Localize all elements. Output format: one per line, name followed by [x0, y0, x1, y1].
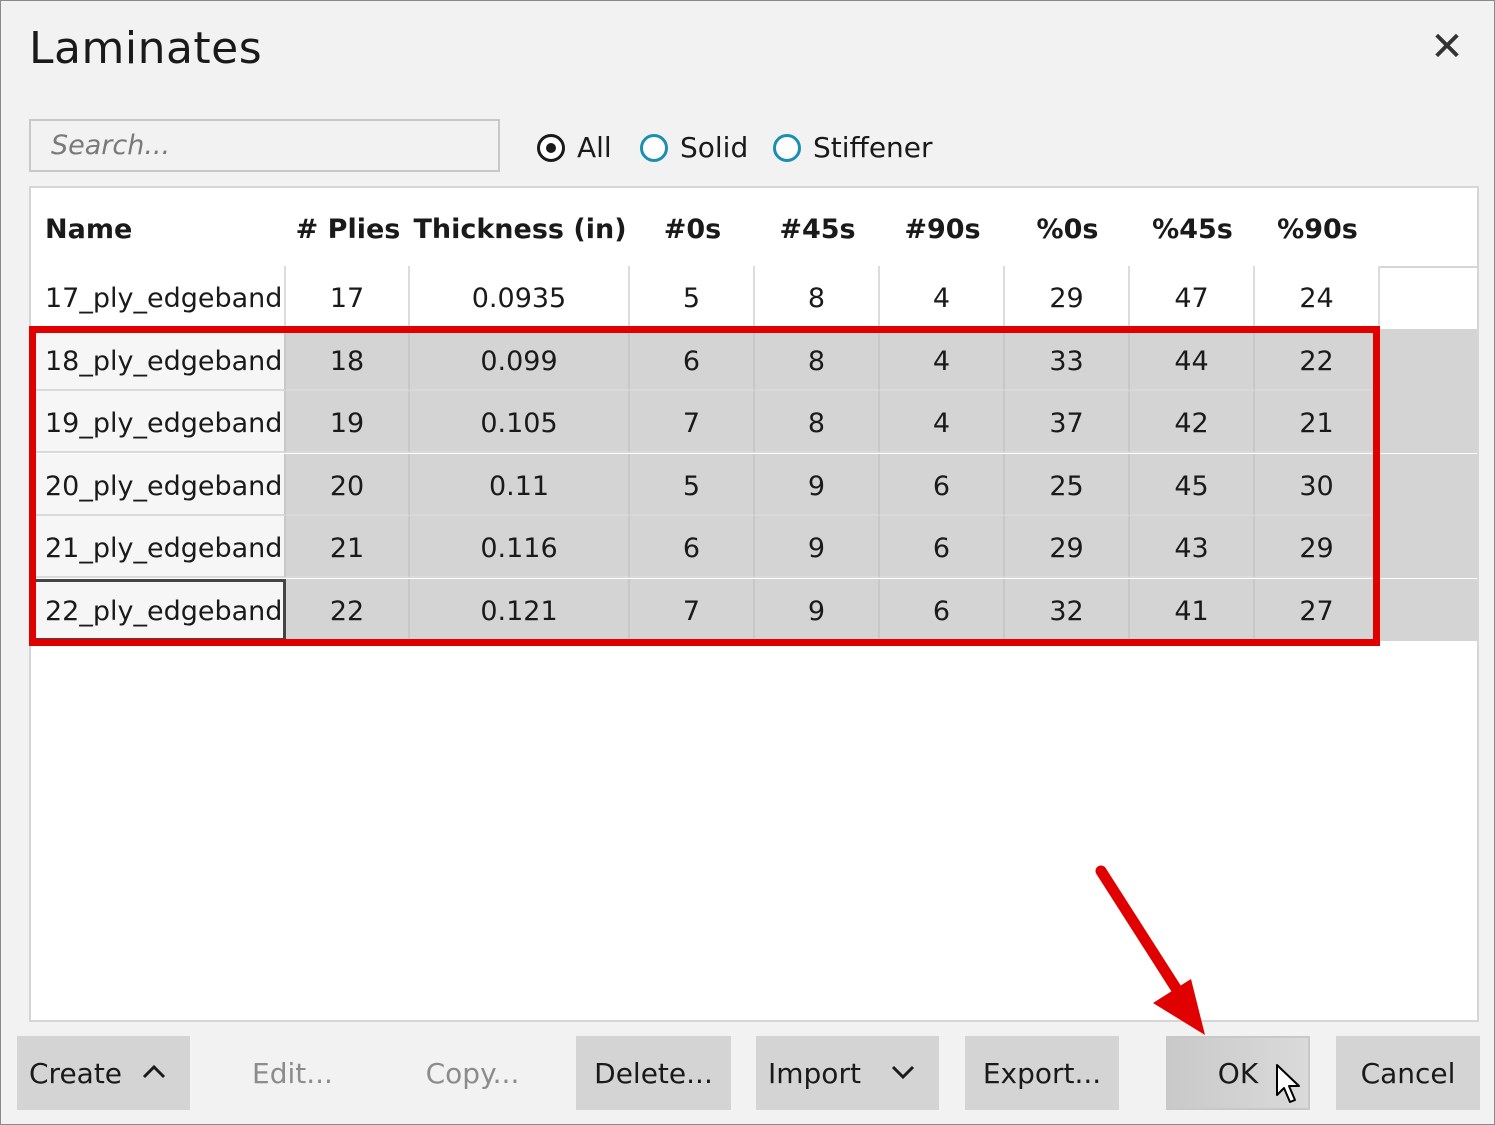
- column-header-thickness[interactable]: Thickness (in): [410, 188, 630, 266]
- export-button[interactable]: Export...: [965, 1036, 1119, 1110]
- cell-pct-90s[interactable]: 21: [1255, 391, 1380, 453]
- cell-pct-0s[interactable]: 25: [1005, 453, 1130, 516]
- cell-90s[interactable]: 4: [880, 328, 1005, 391]
- table-row[interactable]: 19_ply_edgeband 19 0.105 7 8 4 37 42 21: [31, 391, 1477, 453]
- radio-checked-icon: [537, 133, 565, 162]
- table-row[interactable]: 18_ply_edgeband 18 0.099 6 8 4 33 44 22: [31, 328, 1477, 391]
- cell-0s[interactable]: 5: [630, 266, 755, 328]
- filter-solid-label: Solid: [680, 131, 749, 164]
- cell-plies[interactable]: 20: [286, 453, 410, 516]
- cell-0s[interactable]: 7: [630, 391, 755, 453]
- filter-stiffener-label: Stiffener: [813, 131, 933, 164]
- filter-stiffener-radio[interactable]: Stiffener: [773, 131, 933, 164]
- column-header-name[interactable]: Name: [45, 188, 132, 266]
- cell-plies[interactable]: 18: [286, 328, 410, 391]
- cell-thickness[interactable]: 0.099: [410, 328, 630, 391]
- search-box[interactable]: [29, 119, 500, 172]
- laminates-dialog: Laminates ✕ All Solid Stiffener Name # P…: [0, 0, 1495, 1125]
- import-button-label: Import: [768, 1056, 861, 1090]
- cell-90s[interactable]: 6: [880, 578, 1005, 641]
- ok-button[interactable]: OK: [1166, 1036, 1310, 1110]
- cell-name[interactable]: 19_ply_edgeband: [31, 391, 286, 453]
- dialog-title: Laminates: [29, 23, 263, 74]
- laminates-table[interactable]: Name # Plies Thickness (in) #0s #45s #90…: [29, 186, 1479, 1022]
- cell-45s[interactable]: 8: [755, 266, 880, 328]
- cell-thickness[interactable]: 0.121: [410, 578, 630, 641]
- chevron-up-icon: [142, 1064, 166, 1079]
- cell-thickness[interactable]: 0.116: [410, 516, 630, 578]
- radio-unchecked-icon: [640, 133, 668, 162]
- import-button[interactable]: Import: [756, 1036, 939, 1110]
- cell-pct-45s[interactable]: 41: [1130, 578, 1255, 641]
- cell-name[interactable]: 17_ply_edgeband: [31, 266, 286, 328]
- cell-thickness[interactable]: 0.105: [410, 391, 630, 453]
- cell-0s[interactable]: 5: [630, 453, 755, 516]
- chevron-down-icon: [891, 1065, 915, 1080]
- cell-0s[interactable]: 7: [630, 578, 755, 641]
- filter-all-label: All: [577, 131, 612, 164]
- cell-pct-90s[interactable]: 22: [1255, 328, 1380, 391]
- cell-pct-45s[interactable]: 42: [1130, 391, 1255, 453]
- column-header-plies[interactable]: # Plies: [286, 188, 410, 266]
- cell-45s[interactable]: 9: [755, 578, 880, 641]
- copy-button[interactable]: Copy...: [395, 1036, 550, 1110]
- column-header-0s[interactable]: #0s: [630, 188, 755, 266]
- column-header-pct-90s[interactable]: %90s: [1255, 188, 1380, 266]
- cell-pct-0s[interactable]: 29: [1005, 516, 1130, 578]
- radio-unchecked-icon: [773, 133, 801, 162]
- cell-45s[interactable]: 8: [755, 328, 880, 391]
- cell-90s[interactable]: 4: [880, 391, 1005, 453]
- cell-pct-0s[interactable]: 33: [1005, 328, 1130, 391]
- cell-pct-90s[interactable]: 29: [1255, 516, 1380, 578]
- column-header-pct-0s[interactable]: %0s: [1005, 188, 1130, 266]
- cell-plies[interactable]: 21: [286, 516, 410, 578]
- filter-solid-radio[interactable]: Solid: [640, 131, 748, 164]
- cell-pct-45s[interactable]: 43: [1130, 516, 1255, 578]
- column-header-90s[interactable]: #90s: [880, 188, 1005, 266]
- cell-thickness[interactable]: 0.11: [410, 453, 630, 516]
- column-header-pct-45s[interactable]: %45s: [1130, 188, 1255, 266]
- cell-45s[interactable]: 9: [755, 453, 880, 516]
- cell-name[interactable]: 21_ply_edgeband: [31, 516, 286, 578]
- search-input[interactable]: [31, 121, 498, 170]
- close-icon[interactable]: ✕: [1425, 25, 1469, 69]
- cell-90s[interactable]: 4: [880, 266, 1005, 328]
- filter-all-radio[interactable]: All: [537, 131, 612, 164]
- cell-plies[interactable]: 22: [286, 578, 410, 641]
- cell-pct-0s[interactable]: 37: [1005, 391, 1130, 453]
- cell-pct-45s[interactable]: 47: [1130, 266, 1255, 328]
- cell-name[interactable]: 20_ply_edgeband: [31, 453, 286, 516]
- cell-name[interactable]: 18_ply_edgeband: [31, 328, 286, 391]
- cell-pct-45s[interactable]: 44: [1130, 328, 1255, 391]
- cell-pct-0s[interactable]: 32: [1005, 578, 1130, 641]
- create-button-label: Create: [29, 1056, 123, 1090]
- cell-0s[interactable]: 6: [630, 328, 755, 391]
- cell-plies[interactable]: 19: [286, 391, 410, 453]
- delete-button[interactable]: Delete...: [576, 1036, 731, 1110]
- column-header-45s[interactable]: #45s: [755, 188, 880, 266]
- table-row[interactable]: 20_ply_edgeband 20 0.11 5 9 6 25 45 30: [31, 453, 1477, 516]
- table-row[interactable]: 17_ply_edgeband 17 0.0935 5 8 4 29 47 24: [31, 266, 1380, 328]
- table-row[interactable]: 22_ply_edgeband 22 0.121 7 9 6 32 41 27: [31, 578, 1477, 641]
- cell-45s[interactable]: 8: [755, 391, 880, 453]
- table-row[interactable]: 21_ply_edgeband 21 0.116 6 9 6 29 43 29: [31, 516, 1477, 578]
- create-button[interactable]: Create: [17, 1036, 190, 1110]
- table-header: Name # Plies Thickness (in) #0s #45s #90…: [31, 188, 1477, 268]
- cell-name[interactable]: 22_ply_edgeband: [31, 578, 286, 641]
- cell-pct-90s[interactable]: 27: [1255, 578, 1380, 641]
- cell-pct-90s[interactable]: 24: [1255, 266, 1380, 328]
- cancel-button[interactable]: Cancel: [1336, 1036, 1480, 1110]
- cell-thickness[interactable]: 0.0935: [410, 266, 630, 328]
- cell-90s[interactable]: 6: [880, 516, 1005, 578]
- cell-0s[interactable]: 6: [630, 516, 755, 578]
- cell-45s[interactable]: 9: [755, 516, 880, 578]
- cell-pct-90s[interactable]: 30: [1255, 453, 1380, 516]
- cell-90s[interactable]: 6: [880, 453, 1005, 516]
- edit-button[interactable]: Edit...: [216, 1036, 369, 1110]
- cell-pct-0s[interactable]: 29: [1005, 266, 1130, 328]
- cell-plies[interactable]: 17: [286, 266, 410, 328]
- cell-pct-45s[interactable]: 45: [1130, 453, 1255, 516]
